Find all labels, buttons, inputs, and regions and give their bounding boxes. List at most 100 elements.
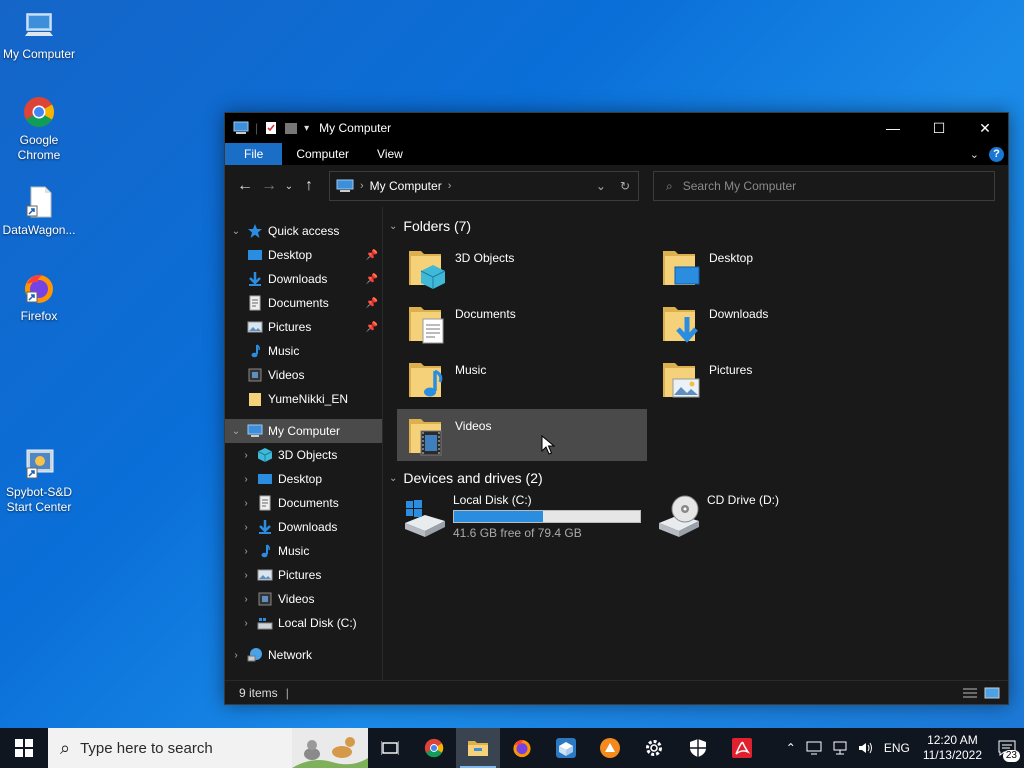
start-button[interactable] — [0, 728, 48, 768]
close-button[interactable]: ✕ — [962, 113, 1008, 143]
ribbon-tabs: File Computer View ⌄ ? — [225, 143, 1008, 165]
status-bar: 9 items | — [225, 680, 1008, 704]
expand-ribbon-icon[interactable]: ⌄ — [970, 148, 979, 161]
chevron-right-icon[interactable]: › — [239, 498, 253, 509]
recent-locations-button[interactable]: ⌄ — [281, 174, 297, 198]
taskbar-settings[interactable] — [632, 728, 676, 768]
chevron-right-icon[interactable]: › — [239, 594, 253, 605]
nav-label: YumeNikki_EN — [268, 392, 349, 406]
search-box[interactable]: ⌕ Search My Computer — [653, 171, 995, 201]
drive-tile-local-disk[interactable]: Local Disk (C:) 41.6 GB free of 79.4 GB — [397, 491, 647, 541]
folder-tile-downloads[interactable]: Downloads — [651, 297, 901, 349]
system-tray: ⌃ ENG 12:20 AM 11/13/2022 23 — [781, 728, 1024, 768]
computer-icon — [336, 179, 354, 192]
nav-qa-yumenikki[interactable]: YumeNikki_EN — [225, 387, 382, 411]
refresh-icon[interactable]: ↻ — [620, 179, 630, 193]
chevron-down-icon[interactable]: ⌄ — [389, 473, 397, 484]
address-bar[interactable]: › My Computer › ⌄ ↻ — [329, 171, 639, 201]
desktop-icon-datawagon[interactable]: DataWagon... — [0, 184, 78, 238]
nav-mc-desktop[interactable]: › Desktop — [225, 467, 382, 491]
language-indicator[interactable]: ENG — [879, 741, 915, 755]
folder-tile-videos[interactable]: Videos — [397, 409, 647, 461]
chevron-right-icon[interactable]: › — [239, 618, 253, 629]
nav-mc-documents[interactable]: › Documents — [225, 491, 382, 515]
breadcrumb-separator[interactable]: › — [448, 180, 452, 192]
nav-mc-music[interactable]: › Music — [225, 539, 382, 563]
minimize-button[interactable]: — — [870, 113, 916, 143]
desktop-icon-my-computer[interactable]: My Computer — [0, 8, 78, 62]
taskbar-security[interactable] — [676, 728, 720, 768]
nav-my-computer[interactable]: ⌄ My Computer — [225, 419, 382, 443]
nav-mc-local-disk[interactable]: › Local Disk (C:) — [225, 611, 382, 635]
new-folder-icon[interactable] — [284, 121, 298, 135]
desktop-icon-firefox[interactable]: Firefox — [0, 270, 78, 324]
chevron-right-icon[interactable]: › — [239, 474, 253, 485]
folder-icon — [249, 393, 261, 406]
chevron-right-icon[interactable]: › — [239, 546, 253, 557]
drives-group-header[interactable]: ⌄ Devices and drives (2) — [389, 465, 998, 491]
nav-qa-downloads[interactable]: Downloads 📌 — [225, 267, 382, 291]
folder-tile-documents[interactable]: Documents — [397, 297, 647, 349]
address-dropdown-icon[interactable]: ⌄ — [596, 179, 606, 193]
nav-mc-downloads[interactable]: › Downloads — [225, 515, 382, 539]
nav-label: Documents — [278, 496, 339, 510]
computer-icon — [25, 13, 53, 36]
drive-tile-cd-drive[interactable]: CD Drive (D:) — [651, 491, 901, 541]
folder-name: Videos — [455, 419, 492, 433]
taskbar-sublime-app[interactable] — [588, 728, 632, 768]
back-button[interactable]: ← — [233, 174, 257, 198]
folder-tile-pictures[interactable]: Pictures — [651, 353, 901, 405]
tray-app-icon[interactable] — [801, 741, 827, 755]
network-tray-icon[interactable] — [827, 741, 853, 755]
chevron-right-icon[interactable]: › — [239, 570, 253, 581]
tab-computer[interactable]: Computer — [282, 143, 363, 165]
maximize-button[interactable]: ☐ — [916, 113, 962, 143]
clock[interactable]: 12:20 AM 11/13/2022 — [915, 733, 990, 763]
chevron-down-icon[interactable]: ⌄ — [229, 426, 243, 437]
taskbar-box-app[interactable] — [544, 728, 588, 768]
folder-tile-3d-objects[interactable]: 3D Objects — [397, 241, 647, 293]
nav-qa-videos[interactable]: Videos — [225, 363, 382, 387]
music-folder-icon — [409, 363, 443, 397]
properties-icon[interactable] — [264, 121, 278, 135]
chevron-right-icon[interactable]: › — [239, 522, 253, 533]
help-button[interactable]: ? — [989, 146, 1004, 162]
customize-toolbar-icon[interactable]: ▾ — [304, 123, 309, 134]
nav-mc-3d-objects[interactable]: › 3D Objects — [225, 443, 382, 467]
chevron-right-icon[interactable]: › — [229, 650, 243, 661]
taskbar-chrome[interactable] — [412, 728, 456, 768]
chevron-right-icon[interactable]: › — [239, 450, 253, 461]
nav-network[interactable]: › Network — [225, 643, 382, 667]
nav-qa-desktop[interactable]: Desktop 📌 — [225, 243, 382, 267]
folders-group-header[interactable]: ⌄ Folders (7) — [389, 213, 998, 239]
task-view-button[interactable] — [368, 728, 412, 768]
up-button[interactable]: ↑ — [297, 174, 321, 198]
action-center-button[interactable]: 23 — [990, 728, 1024, 768]
chevron-down-icon[interactable]: ⌄ — [389, 221, 397, 232]
desktop-icon-google-chrome[interactable]: Google Chrome — [0, 94, 78, 163]
details-view-icon[interactable] — [962, 687, 978, 699]
nav-mc-videos[interactable]: › Videos — [225, 587, 382, 611]
chevron-down-icon[interactable]: ⌄ — [229, 226, 243, 237]
folder-name: Downloads — [709, 307, 769, 321]
nav-qa-pictures[interactable]: Pictures 📌 — [225, 315, 382, 339]
forward-button[interactable]: → — [257, 174, 281, 198]
folder-tile-desktop[interactable]: Desktop — [651, 241, 901, 293]
tab-view[interactable]: View — [363, 143, 417, 165]
nav-qa-documents[interactable]: Documents 📌 — [225, 291, 382, 315]
volume-tray-icon[interactable] — [853, 741, 879, 755]
breadcrumb-my-computer[interactable]: My Computer — [370, 179, 442, 193]
breadcrumb-separator[interactable]: › — [360, 180, 364, 192]
nav-qa-music[interactable]: Music — [225, 339, 382, 363]
taskbar-search-box[interactable]: ⌕ Type here to search — [48, 728, 368, 768]
folder-tile-music[interactable]: Music — [397, 353, 647, 405]
tab-file[interactable]: File — [225, 143, 283, 165]
taskbar-file-explorer[interactable] — [456, 728, 500, 768]
nav-mc-pictures[interactable]: › Pictures — [225, 563, 382, 587]
desktop-icon-spybot[interactable]: Spybot-S&D Start Center — [0, 446, 78, 515]
nav-quick-access[interactable]: ⌄ Quick access — [225, 219, 382, 243]
taskbar-acrobat[interactable] — [720, 728, 764, 768]
show-hidden-icons-icon[interactable]: ⌃ — [781, 741, 801, 755]
large-icons-view-icon[interactable] — [984, 687, 1000, 699]
taskbar-firefox[interactable] — [500, 728, 544, 768]
